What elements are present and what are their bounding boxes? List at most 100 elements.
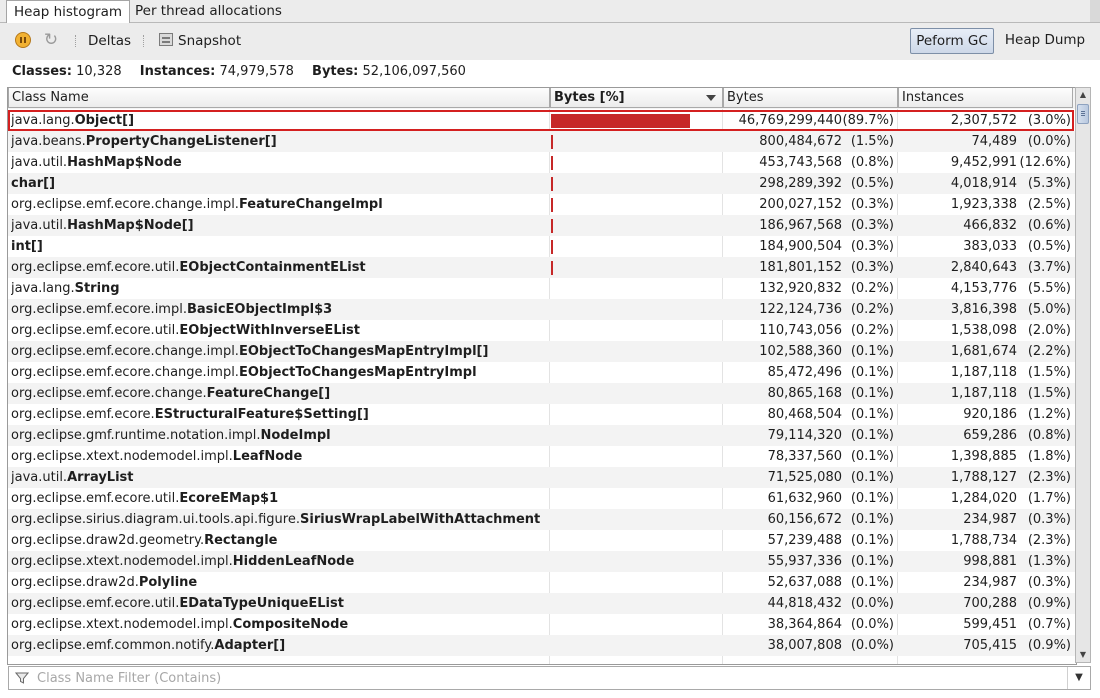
class-name-cell: java.lang.String — [11, 278, 546, 299]
table-row[interactable]: org.eclipse.xtext.nodemodel.impl.Composi… — [8, 614, 1076, 635]
bytes-value: 38,007,808 — [767, 638, 842, 653]
column-header-bytes-percent-label: Bytes [%] — [554, 90, 625, 105]
instances-percent: (1.5%) — [1027, 365, 1071, 380]
scroll-up-icon[interactable]: ▲ — [1076, 88, 1090, 102]
bytes-percent: (0.1%) — [850, 407, 894, 422]
table-row[interactable]: org.eclipse.emf.ecore.change.impl.EObjec… — [8, 362, 1076, 383]
table-row[interactable]: org.eclipse.xtext.nodemodel.impl.HiddenL… — [8, 551, 1076, 572]
table-row[interactable]: org.eclipse.emf.ecore.change.FeatureChan… — [8, 383, 1076, 404]
column-header-bytes[interactable]: Bytes — [723, 88, 898, 108]
instances-cell: 1,788,734 (2.3%) — [899, 530, 1071, 551]
table-row[interactable]: org.eclipse.emf.ecore.util.EcoreEMap$1 61… — [8, 488, 1076, 509]
pause-icon[interactable] — [15, 32, 31, 48]
bytes-value: 44,818,432 — [767, 596, 842, 611]
column-header-bytes-percent[interactable]: Bytes [%] — [550, 88, 723, 108]
perform-gc-button[interactable]: Peform GC — [910, 28, 994, 54]
table-row[interactable]: org.eclipse.emf.ecore.change.impl.EObjec… — [8, 341, 1076, 362]
table-row[interactable]: org.eclipse.emf.ecore.util.EDataTypeUniq… — [8, 593, 1076, 614]
instances-value: 4,018,914 — [950, 176, 1017, 191]
instances-percent: (2.0%) — [1027, 323, 1071, 338]
instances-cell: 1,681,674 (2.2%) — [899, 341, 1071, 362]
bytes-percent: (0.1%) — [850, 575, 894, 590]
instances-percent: (2.5%) — [1027, 197, 1071, 212]
table-row[interactable]: org.eclipse.emf.ecore.util.EObjectContai… — [8, 257, 1076, 278]
bytes-value: 184,900,504 — [759, 239, 842, 254]
filter-dropdown-icon[interactable]: ▼ — [1067, 667, 1090, 689]
class-simple-name: BasicEObjectImpl$3 — [186, 302, 333, 317]
instances-cell: 234,987 (0.3%) — [899, 509, 1071, 530]
bytes-percent-cell — [551, 404, 723, 425]
table-row[interactable]: org.eclipse.draw2d.geometry.Rectangle 57,… — [8, 530, 1076, 551]
table-row[interactable]: org.eclipse.emf.ecore.util.EObjectWithIn… — [8, 320, 1076, 341]
table-row[interactable]: org.eclipse.sirius.diagram.ui.tools.api.… — [8, 509, 1076, 530]
table-row[interactable]: org.eclipse.emf.ecore.EStructuralFeature… — [8, 404, 1076, 425]
instances-percent: (0.3%) — [1027, 512, 1071, 527]
instances-percent: (0.9%) — [1027, 596, 1071, 611]
bytes-percent-bar — [551, 114, 690, 128]
bytes-value: 38,364,864 — [767, 617, 842, 632]
table-row[interactable]: org.eclipse.gmf.runtime.notation.impl.No… — [8, 425, 1076, 446]
table-row[interactable]: org.eclipse.emf.common.notify.Adapter[] 3… — [8, 635, 1076, 656]
class-name-filter-input[interactable] — [37, 668, 1057, 688]
class-name-cell: org.eclipse.draw2d.geometry.Rectangle — [11, 530, 546, 551]
table-row[interactable]: int[] 184,900,504 (0.3%) 383,033 (0.5%) — [8, 236, 1076, 257]
refresh-icon[interactable]: ↻ — [43, 32, 59, 49]
bytes-value: 200,027,152 — [759, 197, 842, 212]
bytes-percent: (0.0%) — [850, 638, 894, 653]
table-row[interactable]: java.util.ArrayList 71,525,080 (0.1%) 1,788… — [8, 467, 1076, 488]
instances-cell: 1,923,338 (2.5%) — [899, 194, 1071, 215]
bytes-percent: (0.1%) — [850, 428, 894, 443]
sort-descending-icon — [706, 95, 716, 101]
instances-value: 920,186 — [963, 407, 1017, 422]
table-row[interactable]: char[] 298,289,392 (0.5%) 4,018,914 (5.3%) — [8, 173, 1076, 194]
table-row[interactable]: java.beans.PropertyChangeListener[] 800,4… — [8, 131, 1076, 152]
class-simple-name: Adapter[] — [214, 638, 286, 653]
scrollbar-thumb[interactable] — [1077, 104, 1089, 124]
instances-value: 1,398,885 — [950, 449, 1017, 464]
column-header-class-name[interactable]: Class Name — [8, 88, 550, 108]
bytes-cell: 38,364,864 (0.0%) — [724, 614, 894, 635]
tab-per-thread-allocations[interactable]: Per thread allocations — [128, 0, 289, 22]
instances-cell: 599,451 (0.7%) — [899, 614, 1071, 635]
instances-cell: 9,452,991 (12.6%) — [899, 152, 1071, 173]
bytes-value: 122,124,736 — [759, 302, 842, 317]
scroll-down-icon[interactable]: ▼ — [1076, 648, 1090, 662]
bytes-percent-cell — [551, 425, 723, 446]
snapshot-icon[interactable] — [159, 33, 173, 46]
bytes-percent-cell — [551, 509, 723, 530]
table-row[interactable]: org.eclipse.draw2d.Polyline 52,637,088 (0.… — [8, 572, 1076, 593]
bytes-percent: (0.3%) — [850, 197, 894, 212]
class-simple-name: ArrayList — [67, 470, 134, 485]
table-row[interactable]: java.util.HashMap$Node[] 186,967,568 (0.3%… — [8, 215, 1076, 236]
deltas-button[interactable]: Deltas — [88, 23, 131, 60]
package-name: org.eclipse.emf.ecore.util. — [11, 596, 180, 611]
instances-percent: (2.2%) — [1027, 344, 1071, 359]
table-row[interactable]: org.eclipse.emf.ecore.change.impl.Featur… — [8, 194, 1076, 215]
table-header: Class Name Bytes [%] Bytes Instances — [8, 88, 1076, 109]
bytes-cell: 61,632,960 (0.1%) — [724, 488, 894, 509]
instances-cell: 2,307,572 (3.0%) — [899, 110, 1071, 131]
class-simple-name: HashMap$Node[] — [67, 218, 194, 233]
table-row[interactable]: org.eclipse.xtext.nodemodel.impl.LeafNod… — [8, 446, 1076, 467]
heap-histogram-table: Class Name Bytes [%] Bytes Instances jav… — [7, 87, 1077, 665]
column-header-instances[interactable]: Instances — [898, 88, 1073, 108]
filter-icon[interactable] — [15, 671, 29, 685]
instances-value: 1,187,118 — [950, 386, 1017, 401]
table-row[interactable]: org.eclipse.emf.ecore.impl.BasicEObjectI… — [8, 299, 1076, 320]
class-simple-name: Rectangle — [204, 533, 278, 548]
table-row[interactable]: java.lang.String 132,920,832 (0.2%) 4,153,7… — [8, 278, 1076, 299]
table-row[interactable]: java.lang.Object[] 46,769,299,440(89.7%) 2… — [8, 110, 1076, 131]
snapshot-button[interactable]: Snapshot — [178, 23, 241, 60]
vertical-scrollbar[interactable]: ▲ ▼ — [1075, 87, 1091, 663]
class-name-cell: char[] — [11, 173, 546, 194]
bytes-value: 85,472,496 — [767, 365, 842, 380]
heap-dump-button[interactable]: Heap Dump — [1000, 28, 1090, 54]
tab-heap-histogram[interactable]: Heap histogram — [6, 0, 131, 23]
bytes-value: 132,920,832 — [759, 281, 842, 296]
class-simple-name: EStructuralFeature$Setting[] — [154, 407, 369, 422]
bytes-value: 80,865,168 — [767, 386, 842, 401]
table-row[interactable]: java.util.HashMap$Node 453,743,568 (0.8%) 9… — [8, 152, 1076, 173]
bytes-value: 52,637,088 — [767, 575, 842, 590]
bytes-percent-cell — [551, 236, 723, 257]
class-simple-name: FeatureChangeImpl — [238, 197, 383, 212]
